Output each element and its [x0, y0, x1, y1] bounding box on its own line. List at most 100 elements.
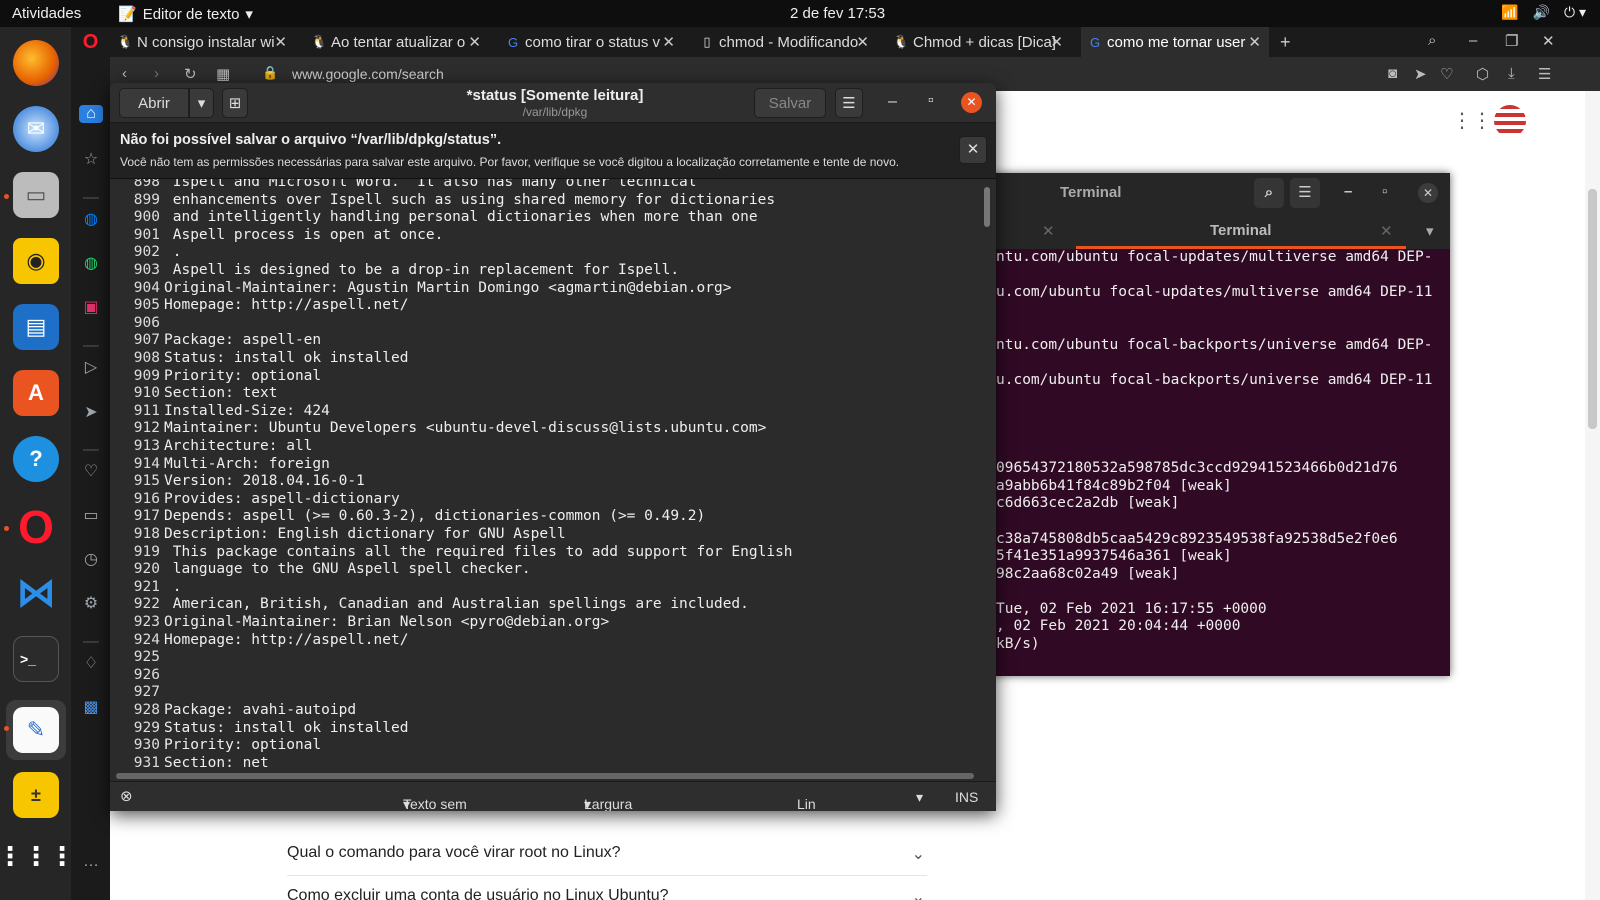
heart-icon[interactable]: ♡ — [79, 461, 103, 481]
minimize-icon[interactable]: – — [888, 93, 897, 111]
download-icon[interactable]: ⤓ — [1508, 65, 1515, 82]
code-line[interactable]: 920 language to the GNU Aspell spell che… — [110, 561, 531, 579]
search-icon[interactable]: ⌕ — [1254, 178, 1284, 208]
tabs-icon[interactable]: ▭ — [79, 505, 103, 525]
code-line[interactable]: 925 — [110, 649, 164, 667]
code-line[interactable]: 919 This package contains all the requir… — [110, 544, 793, 562]
code-line[interactable]: 921 . — [110, 579, 182, 597]
position-menu-icon[interactable]: ▾ — [916, 789, 923, 806]
page-scrollbar[interactable] — [1585, 91, 1600, 900]
show-apps-icon[interactable]: ⋮⋮⋮ — [0, 833, 75, 879]
save-button[interactable]: Salvar — [754, 88, 826, 118]
forward-icon[interactable]: › — [154, 65, 159, 82]
player-icon[interactable]: ▷ — [79, 357, 103, 377]
terminal-output[interactable]: ntu.com/ubuntu focal-updates/multiverse … — [996, 249, 1446, 676]
code-line[interactable]: 930 Priority: optional — [110, 737, 321, 755]
vertical-scrollbar[interactable] — [984, 187, 990, 227]
close-icon[interactable]: ✕ — [961, 92, 982, 113]
close-icon[interactable]: ✕ — [468, 33, 481, 51]
close-icon[interactable]: ✕ — [662, 33, 675, 51]
home-icon[interactable]: ⌂ — [79, 105, 103, 123]
whatsapp-icon[interactable]: ◍ — [79, 253, 103, 273]
instagram-icon[interactable]: ▣ — [79, 297, 103, 317]
code-line[interactable]: 901 Aspell process is open at once. — [110, 227, 444, 245]
opera-icon[interactable]: O — [13, 501, 59, 553]
terminal-icon[interactable]: >_ — [13, 636, 59, 682]
code-line[interactable]: 909 Priority: optional — [110, 368, 321, 386]
faq-item[interactable]: Como excluir uma conta de usuário no Lin… — [287, 879, 927, 900]
close-circle-icon[interactable]: ⊗ — [120, 787, 133, 805]
insert-mode[interactable]: INS — [955, 789, 978, 805]
code-line[interactable]: 904 Original-Maintainer: Agustin Martin D… — [110, 280, 732, 298]
code-line[interactable]: 918 Description: English dictionary for G… — [110, 526, 566, 544]
code-line[interactable]: 911 Installed-Size: 424 — [110, 403, 330, 421]
help-icon[interactable]: ? — [13, 436, 59, 482]
url-field[interactable]: www.google.com/search — [292, 66, 444, 82]
firefox-icon[interactable] — [13, 40, 59, 86]
search-tabs-icon[interactable]: ⌕ — [1428, 32, 1436, 49]
close-icon[interactable]: ✕ — [1042, 222, 1055, 240]
translate-icon[interactable]: ▩ — [79, 697, 103, 717]
calculator-icon[interactable]: ± — [13, 772, 59, 818]
back-icon[interactable]: ‹ — [122, 65, 127, 82]
new-document-button[interactable]: ⊞ — [222, 88, 248, 118]
files-icon[interactable]: ▭ — [13, 172, 59, 218]
gedit-icon[interactable]: ✎ — [13, 707, 59, 753]
close-icon[interactable]: ✕ — [856, 33, 869, 51]
close-icon[interactable]: ✕ — [1248, 33, 1261, 51]
star-icon[interactable]: ☆ — [79, 149, 103, 169]
history-icon[interactable]: ◷ — [79, 549, 103, 569]
code-line[interactable]: 899 enhancements over Ispell such as usi… — [110, 192, 775, 210]
messenger-icon[interactable]: ◍ — [79, 209, 103, 229]
maximize-icon[interactable]: ▫ — [1382, 183, 1387, 200]
code-line[interactable]: 923 Original-Maintainer: Brian Nelson <py… — [110, 614, 609, 632]
send-icon[interactable]: ➤ — [79, 402, 103, 422]
browser-tab[interactable]: 🐧 Ao tentar atualizar o ✕ — [305, 27, 489, 57]
speed-dial-icon[interactable]: ▦ — [216, 65, 230, 83]
code-line[interactable]: 902 . — [110, 244, 182, 262]
open-menu-button[interactable]: ▾ — [189, 88, 214, 118]
text-view[interactable]: 898 Ispell and Microsoft Word. It also h… — [110, 179, 980, 769]
menu-icon[interactable]: ☰ — [1290, 178, 1320, 208]
opera-menu-icon[interactable]: O — [71, 27, 110, 57]
browser-tab[interactable]: 🐧 N consigo instalar wi ✕ — [111, 27, 295, 57]
code-line[interactable]: 913 Architecture: all — [110, 438, 313, 456]
horizontal-scrollbar[interactable] — [116, 773, 974, 779]
heart-icon[interactable]: ♡ — [1440, 65, 1453, 83]
settings-icon[interactable]: ⚙ — [79, 593, 103, 613]
browser-tab[interactable]: Gcomo tirar o status v ✕ — [499, 27, 683, 57]
code-line[interactable]: 915 Version: 2018.04.16-0-1 — [110, 473, 365, 491]
software-center-icon[interactable]: A — [13, 370, 59, 416]
close-window-icon[interactable]: ✕ — [1542, 32, 1555, 50]
code-line[interactable]: 900 and intelligently handling personal … — [110, 209, 758, 227]
faq-item[interactable]: Qual o comando para você virar root no L… — [287, 836, 927, 876]
code-line[interactable]: 927 — [110, 684, 164, 702]
app-menu[interactable]: 📝 Editor de texto ▾ — [118, 5, 253, 24]
code-line[interactable]: 917 Depends: aspell (>= 0.60.3-2), dictio… — [110, 508, 705, 526]
clock[interactable]: 2 de fev 17:53 — [790, 5, 885, 22]
browser-tab-active[interactable]: Gcomo me tornar user ✕ — [1081, 27, 1269, 57]
reload-icon[interactable]: ↻ — [184, 65, 197, 83]
menu-icon[interactable]: ☰ — [1538, 65, 1551, 83]
vscode-icon[interactable]: ⋈ — [13, 570, 59, 616]
send-icon[interactable]: ➤ — [1414, 65, 1427, 83]
new-tab-icon[interactable]: + — [1280, 32, 1291, 53]
box-icon[interactable]: ⬡ — [1476, 65, 1489, 83]
code-line[interactable]: 905 Homepage: http://aspell.net/ — [110, 297, 409, 315]
activities-button[interactable]: Atividades — [12, 5, 81, 22]
hamburger-menu-button[interactable]: ☰ — [835, 88, 863, 118]
code-line[interactable]: 924 Homepage: http://aspell.net/ — [110, 632, 409, 650]
code-line[interactable]: 922 American, British, Canadian and Aust… — [110, 596, 749, 614]
open-button[interactable]: Abrir — [119, 88, 189, 118]
code-line[interactable]: 916 Provides: aspell-dictionary — [110, 491, 400, 509]
close-icon[interactable]: ✕ — [1050, 33, 1063, 51]
code-line[interactable]: 903 Aspell is designed to be a drop-in r… — [110, 262, 679, 280]
code-line[interactable]: 931 Section: net — [110, 755, 269, 769]
close-icon[interactable]: ✕ — [274, 33, 287, 51]
scrollbar-thumb[interactable] — [1588, 189, 1597, 429]
code-line[interactable]: 906 — [110, 315, 164, 333]
code-line[interactable]: 929 Status: install ok installed — [110, 720, 409, 738]
camera-icon[interactable]: ◙ — [1388, 65, 1397, 82]
more-icon[interactable]: … — [79, 853, 103, 871]
maximize-icon[interactable]: ❐ — [1505, 32, 1518, 50]
